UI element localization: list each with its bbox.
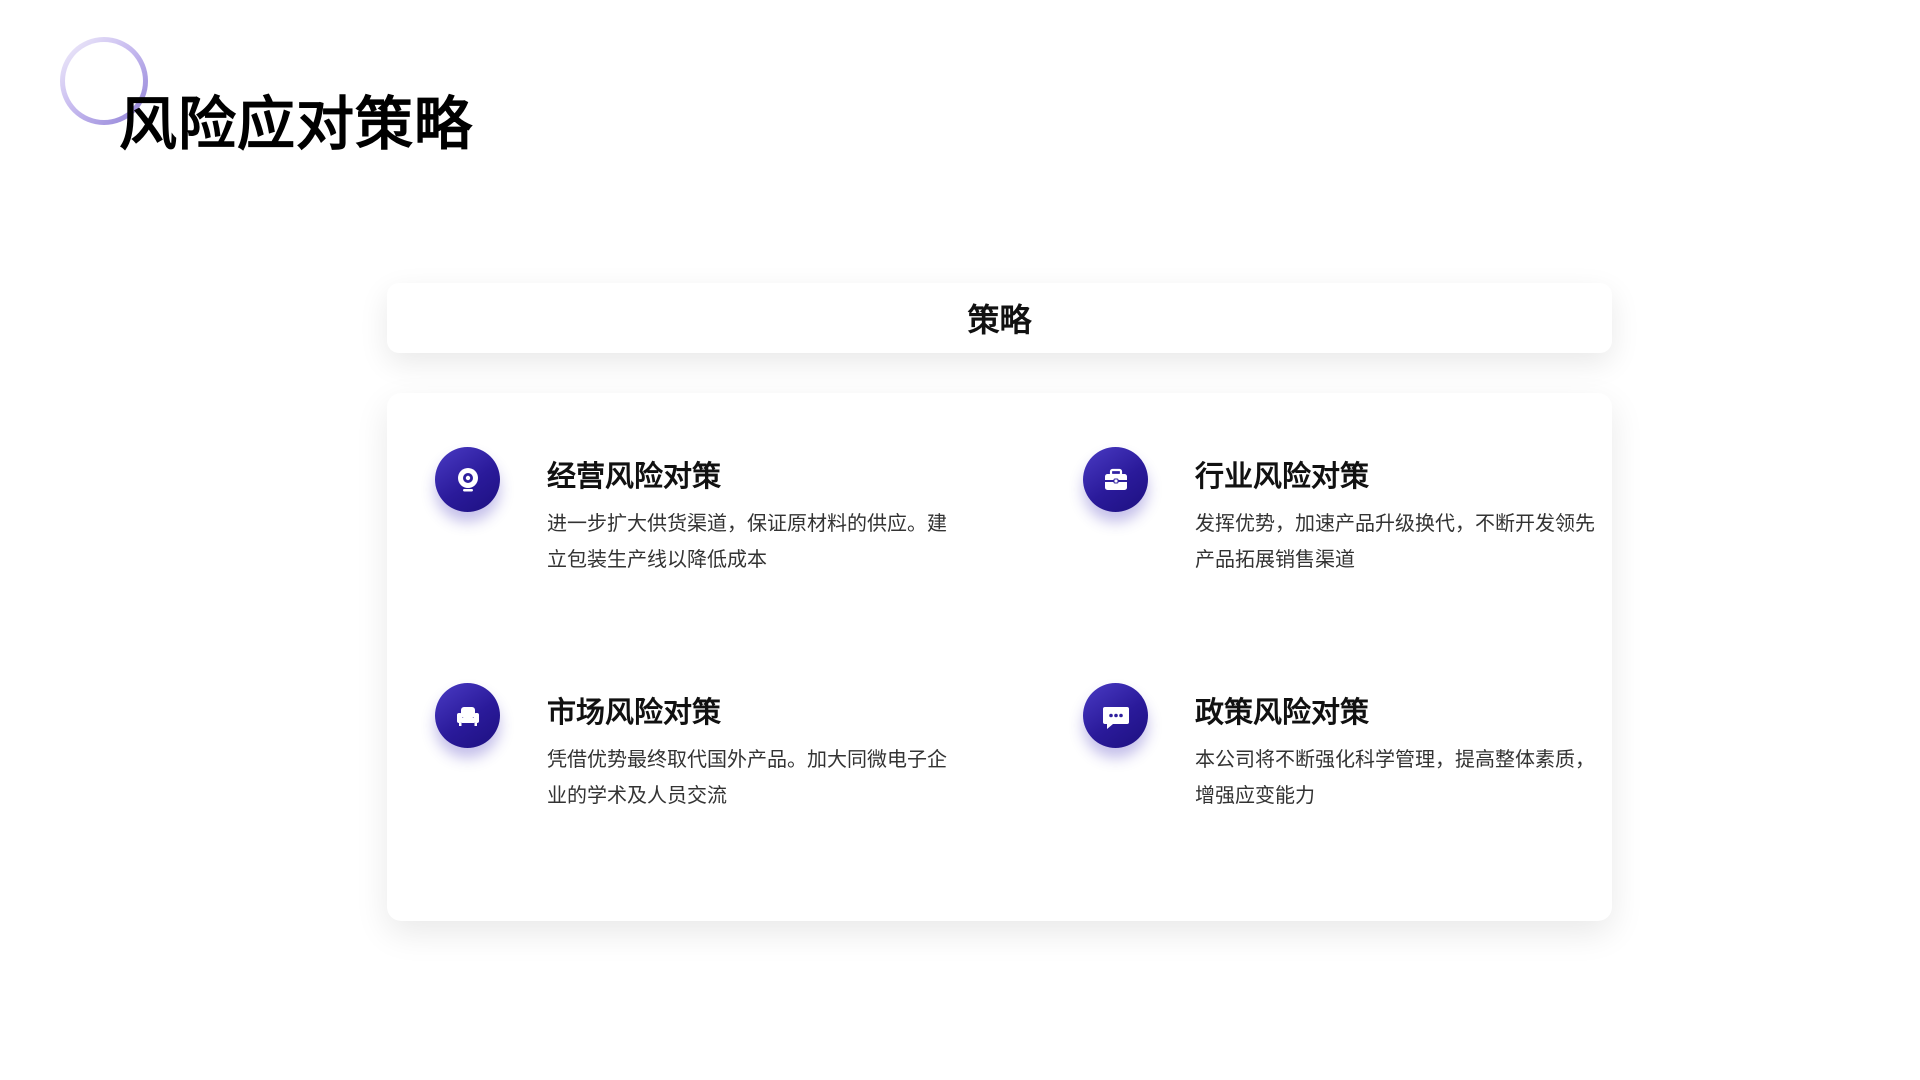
page-title: 风险应对策略 xyxy=(119,90,474,158)
strategy-item-market-risk: 市场风险对策 凭借优势最终取代国外产品。加大同微电子企业的学术及人员交流 xyxy=(387,629,947,807)
briefcase-icon xyxy=(1083,447,1148,512)
strategy-item-operational-risk: 经营风险对策 进一步扩大供货渠道，保证原材料的供应。建立包装生产线以降低成本 xyxy=(387,393,947,571)
item-description: 发挥优势，加速产品升级换代，不断开发领先产品拓展销售渠道 xyxy=(1195,511,1595,571)
slide: 风险应对策略 策略 经营风险对策 进一步扩大供货渠道，保证原材料的供应。建立包装… xyxy=(0,0,1920,1080)
item-title: 行业风险对策 xyxy=(1195,459,1370,493)
item-title: 政策风险对策 xyxy=(1195,695,1370,729)
chat-bubble-icon xyxy=(1083,683,1148,748)
strategy-header-card: 策略 xyxy=(387,283,1612,353)
item-description: 本公司将不断强化科学管理，提高整体素质，增强应变能力 xyxy=(1195,747,1595,807)
item-description: 进一步扩大供货渠道，保证原材料的供应。建立包装生产线以降低成本 xyxy=(547,511,947,571)
item-title: 经营风险对策 xyxy=(547,459,722,493)
strategy-content-card: 经营风险对策 进一步扩大供货渠道，保证原材料的供应。建立包装生产线以降低成本 行… xyxy=(387,393,1612,921)
strategy-item-policy-risk: 政策风险对策 本公司将不断强化科学管理，提高整体素质，增强应变能力 xyxy=(1035,629,1595,807)
section-title: 策略 xyxy=(967,301,1032,339)
strategy-item-industry-risk: 行业风险对策 发挥优势，加速产品升级换代，不断开发领先产品拓展销售渠道 xyxy=(1035,393,1595,571)
armchair-icon xyxy=(435,683,500,748)
item-title: 市场风险对策 xyxy=(547,695,722,729)
webcam-icon xyxy=(435,447,500,512)
item-description: 凭借优势最终取代国外产品。加大同微电子企业的学术及人员交流 xyxy=(547,747,947,807)
